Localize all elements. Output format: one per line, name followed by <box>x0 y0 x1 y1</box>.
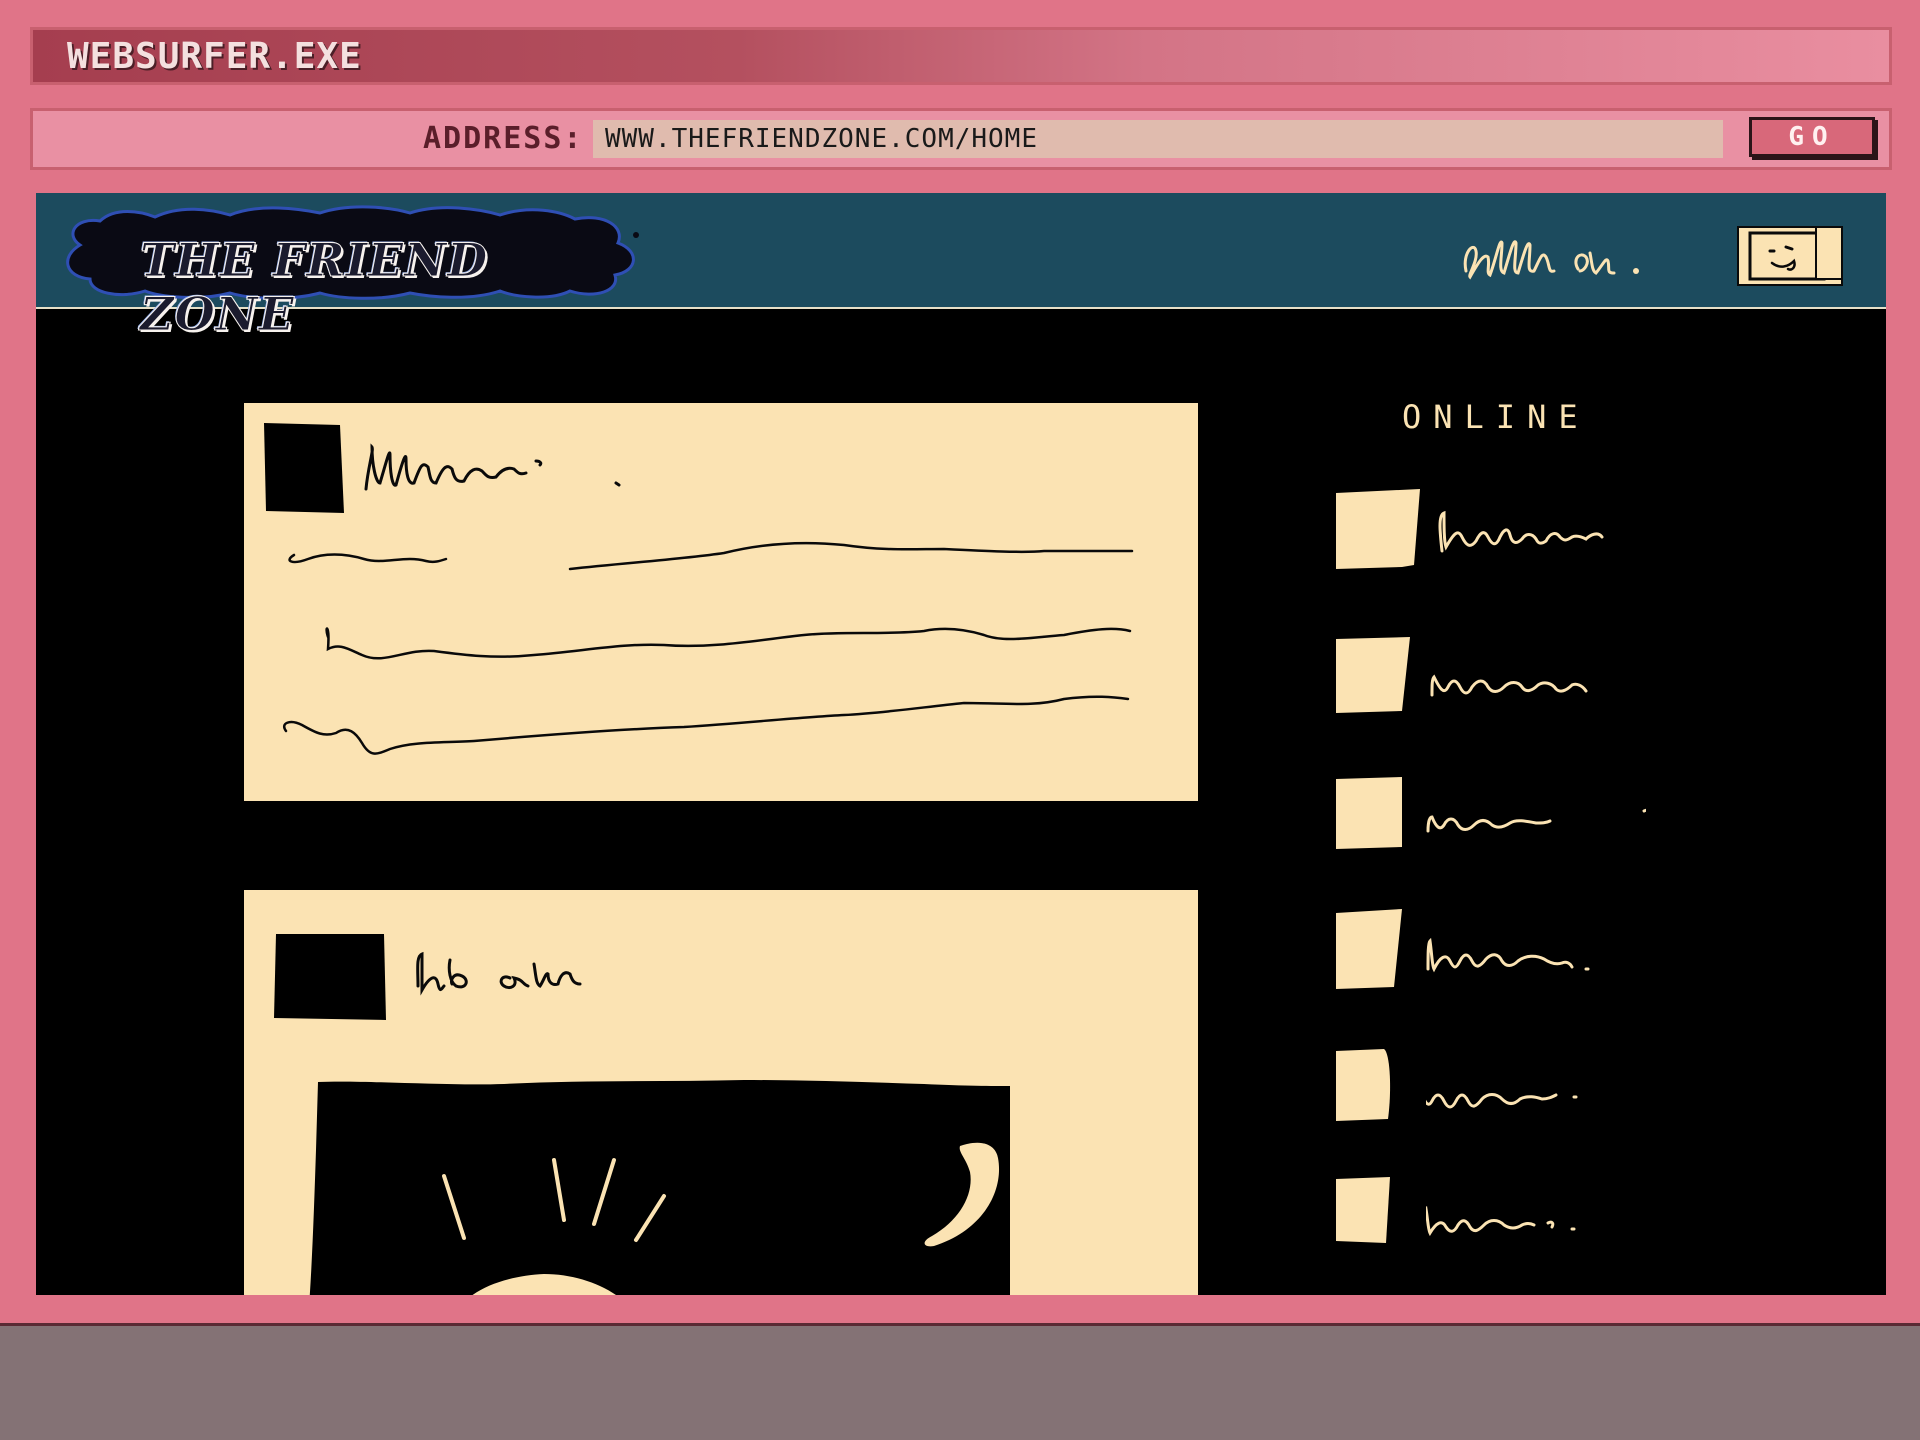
address-bar: ADDRESS: GO <box>30 108 1892 170</box>
feed-post-2[interactable] <box>244 890 1198 1295</box>
feed-post-1[interactable] <box>244 403 1198 801</box>
logo-text: THE FRIEND ZONE <box>140 233 489 342</box>
friend-5-name-scribble <box>1426 1093 1578 1109</box>
friend-3-name-scribble <box>1426 808 1646 833</box>
profile-icon[interactable] <box>1736 223 1848 289</box>
friend-5-avatar <box>1336 1049 1391 1121</box>
desktop-background <box>0 1329 1920 1440</box>
friend-3-avatar <box>1336 777 1402 849</box>
friend-1-name-scribble <box>1438 510 1604 553</box>
browser-window: WEBSURFER.EXE ADDRESS: GO THE FRIEND ZON… <box>0 0 1920 1326</box>
post-2-content <box>274 934 1010 1295</box>
online-friend-4[interactable] <box>1336 909 1696 989</box>
friend-6-name-scribble <box>1426 1205 1576 1237</box>
online-friend-2[interactable] <box>1336 637 1696 717</box>
address-input[interactable] <box>593 120 1723 158</box>
friend-4-avatar <box>1336 909 1402 989</box>
post-2-author-scribble <box>416 951 582 996</box>
app-title: WEBSURFER.EXE <box>67 36 362 77</box>
online-heading: ONLINE <box>1402 398 1590 436</box>
friend-6-avatar <box>1336 1177 1390 1243</box>
friend-2-avatar <box>1336 637 1410 713</box>
post-1-author-avatar <box>264 423 344 513</box>
site-logo[interactable]: THE FRIEND ZONE <box>60 205 650 342</box>
username-scribble <box>1463 240 1639 280</box>
post-2-author-avatar <box>274 934 386 1020</box>
go-button[interactable]: GO <box>1749 117 1875 157</box>
online-friend-3[interactable] <box>1336 777 1696 857</box>
site-header: THE FRIEND ZONE <box>36 193 1886 342</box>
online-friend-6[interactable] <box>1336 1177 1696 1257</box>
online-friend-5[interactable] <box>1336 1049 1696 1129</box>
friend-1-avatar <box>1336 489 1420 569</box>
title-bar[interactable]: WEBSURFER.EXE <box>30 27 1892 85</box>
post-1-author-scribble <box>364 443 621 491</box>
friend-2-name-scribble <box>1430 674 1588 697</box>
address-label: ADDRESS: <box>423 121 584 156</box>
post-1-content <box>264 423 1134 755</box>
online-friend-1[interactable] <box>1336 489 1696 569</box>
web-page-viewport[interactable]: THE FRIEND ZONE ONLINE <box>36 193 1886 1295</box>
friend-4-name-scribble <box>1426 937 1590 973</box>
post-2-photo <box>309 1080 1010 1295</box>
